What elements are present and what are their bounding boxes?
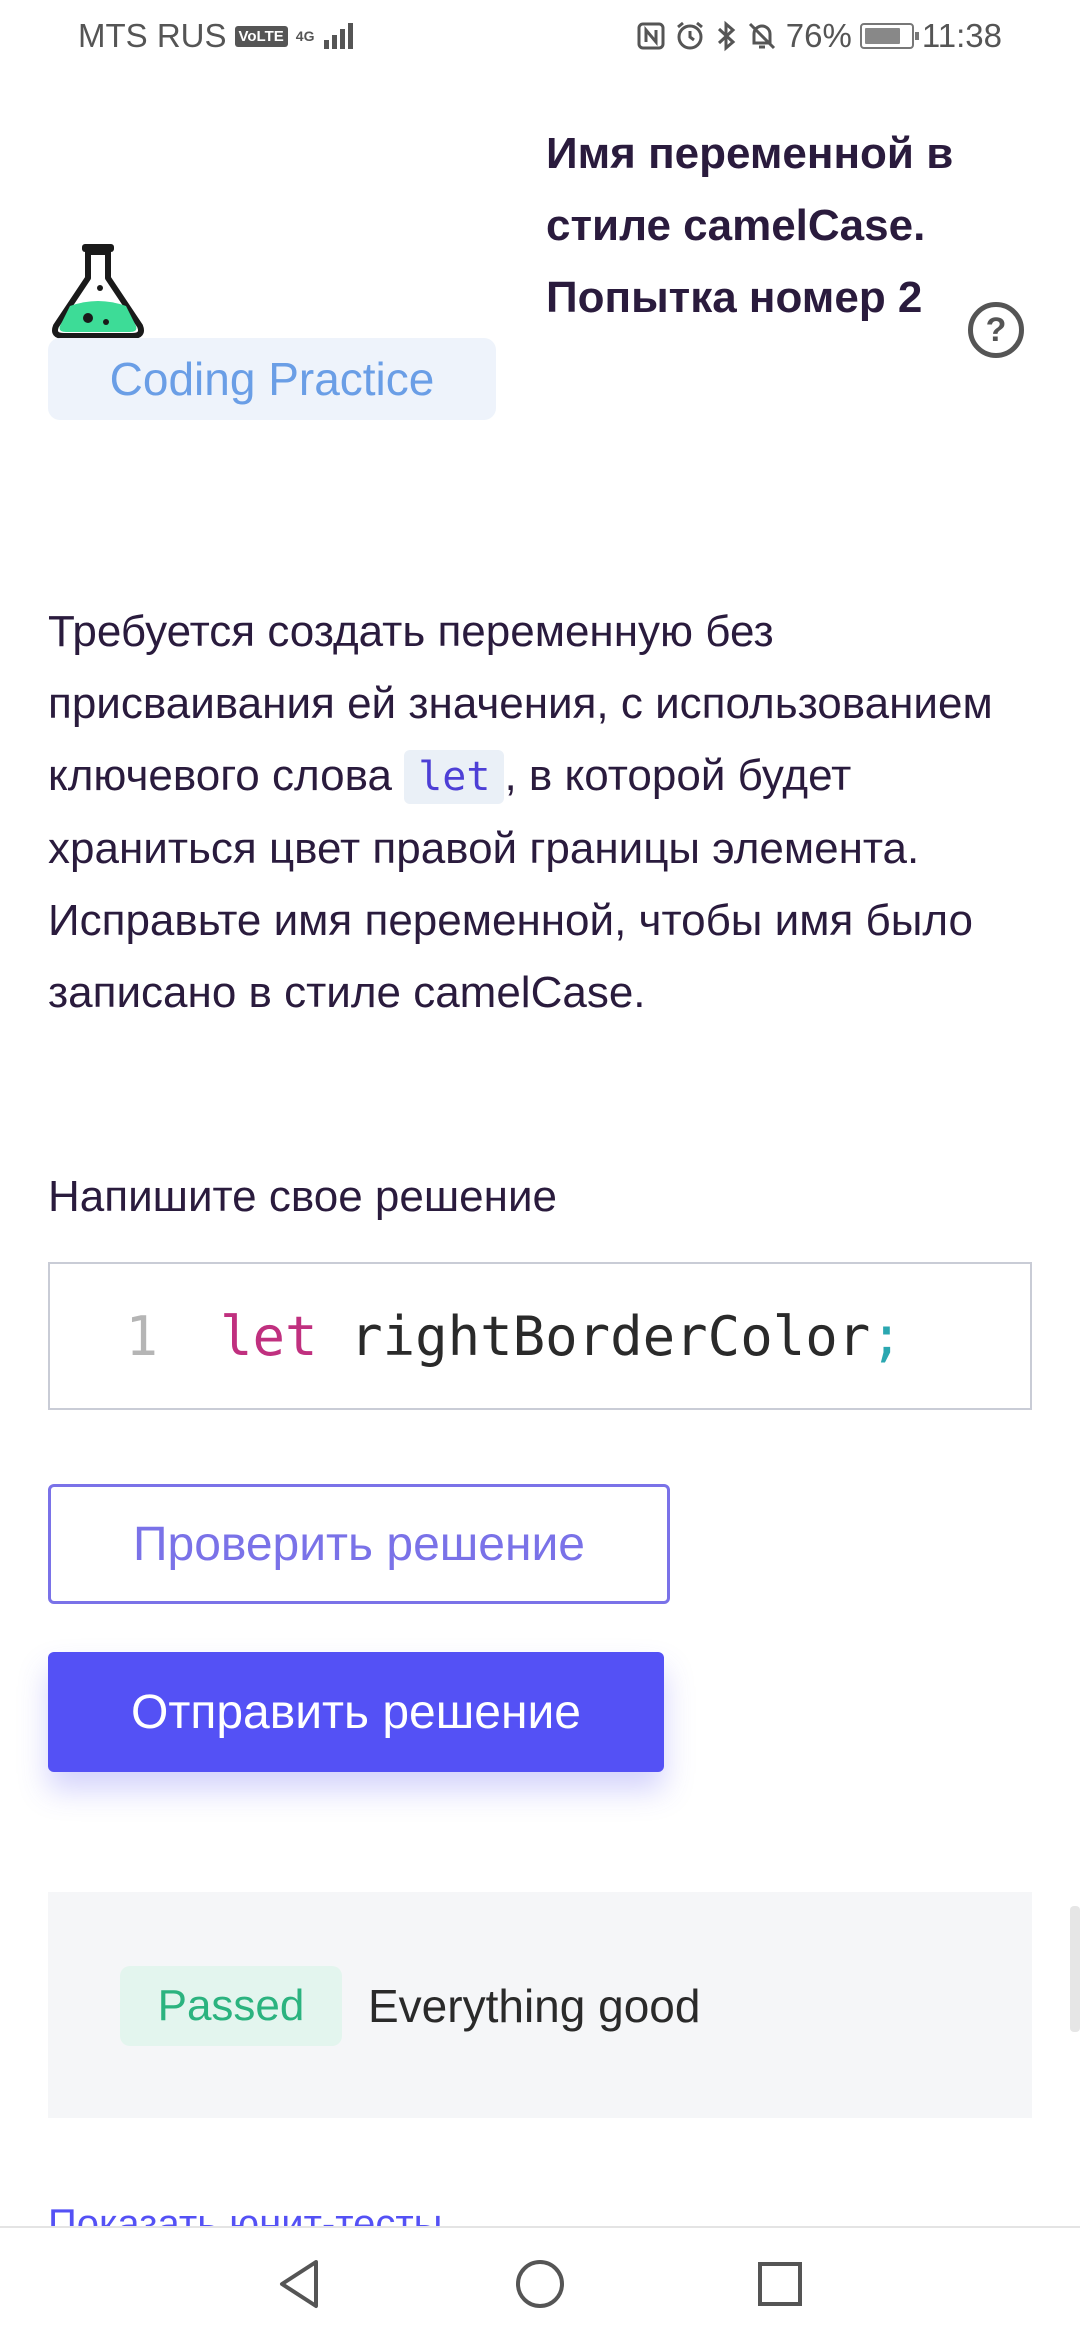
signal-icon <box>324 23 354 49</box>
volte-icon: VoLTE <box>234 25 288 47</box>
clock: 11:38 <box>921 17 1002 54</box>
alarm-icon <box>676 21 703 50</box>
task-description: Требуется создать переменную без присваи… <box>48 596 1038 1029</box>
line-number: 1 <box>125 1304 158 1368</box>
submit-solution-button[interactable]: Отправить решение <box>48 1652 664 1772</box>
status-left: MTS RUS VoLTE 4G <box>78 17 356 55</box>
nfc-icon <box>637 22 665 50</box>
mute-icon <box>748 22 775 50</box>
code-line[interactable]: let rightBorderColor; <box>220 1305 903 1368</box>
code-identifier: rightBorderColor <box>350 1304 871 1368</box>
code-semicolon: ; <box>870 1304 903 1368</box>
help-icon[interactable]: ? <box>968 302 1024 358</box>
recents-button[interactable] <box>750 2254 810 2314</box>
status-badge: Passed <box>120 1966 342 2046</box>
flask-icon <box>52 244 144 339</box>
battery-percent: 76% <box>785 17 852 54</box>
navigation-bar <box>0 2226 1080 2340</box>
lesson-title: Имя переменной в стиле camelCase. Попытк… <box>546 129 954 322</box>
home-button[interactable] <box>510 2254 570 2314</box>
battery-icon <box>859 23 919 49</box>
solution-label: Напишите свое решение <box>48 1172 557 1221</box>
status-right: 76% 11:38 <box>636 17 1002 55</box>
bluetooth-icon <box>717 20 736 52</box>
home-icon <box>516 2260 564 2308</box>
status-bar: MTS RUS VoLTE 4G 76% 11:38 <box>0 0 1080 72</box>
back-icon <box>280 2260 318 2308</box>
recents-icon <box>758 2262 802 2306</box>
lesson-header: Coding Practice Имя переменной в стиле c… <box>48 118 1038 548</box>
test-result-panel: Passed Everything good <box>48 1892 1032 2118</box>
network-type: 4G <box>295 28 315 44</box>
check-solution-button[interactable]: Проверить решение <box>48 1484 670 1604</box>
scrollbar[interactable] <box>1070 1906 1080 2032</box>
carrier-name: MTS RUS <box>78 17 227 54</box>
result-message: Everything good <box>368 1980 701 2032</box>
coding-practice-badge: Coding Practice <box>48 338 496 420</box>
inline-code-keyword: let <box>404 750 505 804</box>
back-button[interactable] <box>270 2254 330 2314</box>
code-editor[interactable]: 1 let rightBorderColor; <box>48 1262 1032 1410</box>
code-keyword: let <box>220 1304 318 1368</box>
